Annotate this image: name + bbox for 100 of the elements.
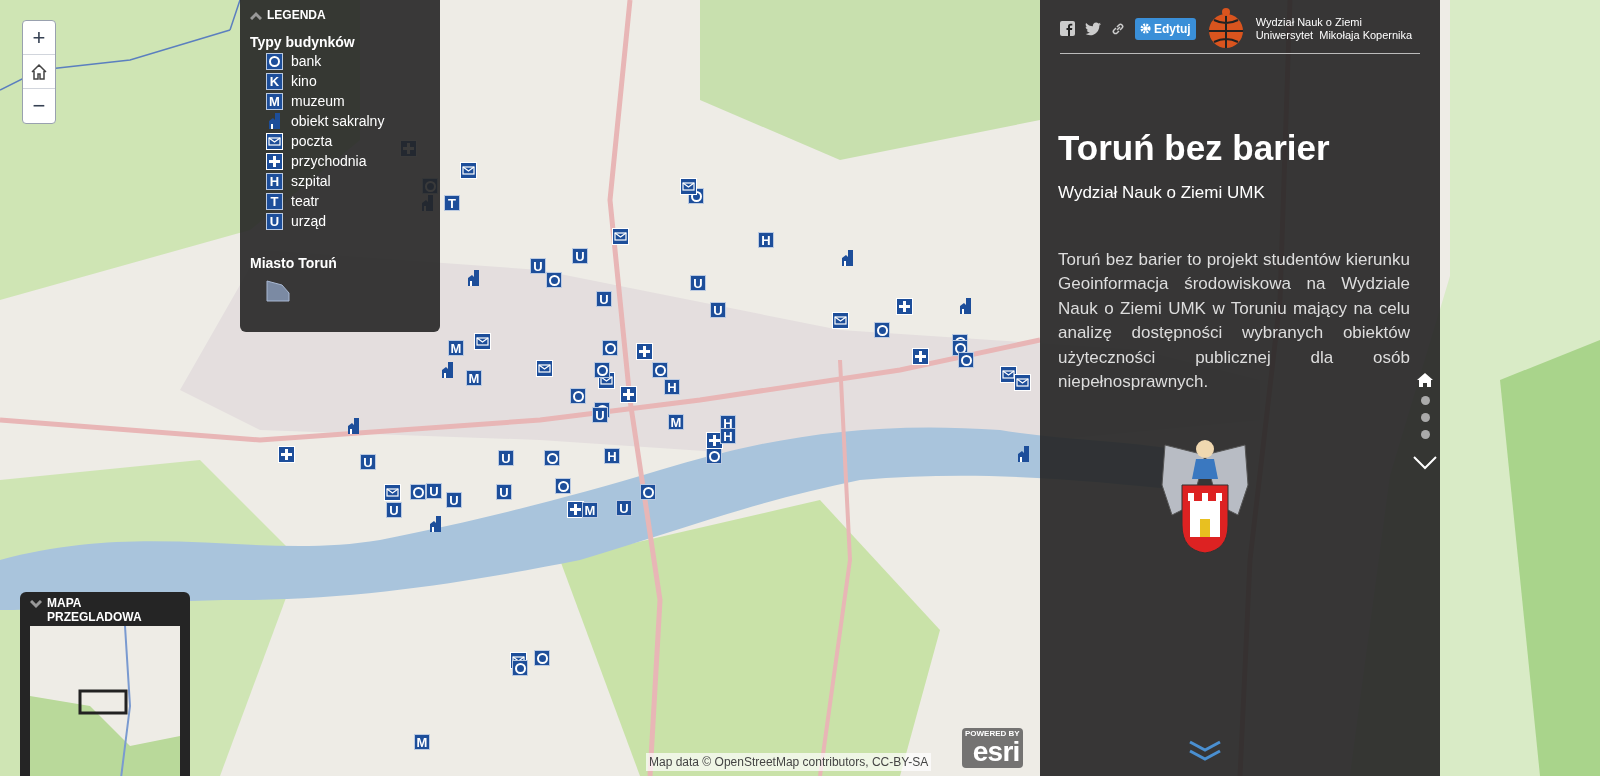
legend-label: szpital [291, 174, 331, 188]
area-swatch-icon [266, 280, 290, 302]
bank-icon [534, 650, 550, 666]
legend-heading: Typy budynków [250, 33, 356, 51]
home-icon[interactable] [1416, 372, 1434, 388]
settings-icon [1140, 23, 1151, 34]
envelope-icon [1000, 366, 1017, 383]
marker-icon: K [266, 72, 283, 90]
envelope-icon [460, 162, 477, 179]
marker-icon: H [758, 232, 774, 248]
marker-icon: U [530, 258, 546, 274]
bank-icon [874, 322, 890, 338]
legend-heading: Miasto Toruń [250, 254, 338, 273]
marker-icon: U [616, 500, 632, 516]
legend-label: teatr [291, 194, 319, 208]
plus-icon [896, 298, 913, 315]
bank-icon [546, 272, 562, 288]
plus-icon [636, 343, 653, 360]
zoom-out-button[interactable]: − [23, 89, 55, 123]
marker-icon: U [710, 302, 726, 318]
marker-icon: M [414, 734, 430, 750]
link-icon[interactable] [1111, 21, 1125, 36]
plus-icon [620, 386, 637, 403]
marker-icon: U [266, 212, 283, 230]
organization-name: Wydział Nauk o Ziemi [1255, 15, 1363, 29]
marker-icon: U [690, 275, 706, 291]
home-icon [30, 62, 48, 81]
bank-icon [570, 388, 586, 404]
bank-icon [410, 484, 426, 500]
church-icon [840, 250, 856, 266]
church-icon [440, 362, 456, 378]
marker-icon: M [466, 370, 482, 386]
marker-icon: H [720, 428, 736, 444]
attribution-text: Map data © OpenStreetMap contributors, CC-BY-SA [646, 753, 932, 771]
bank-icon [652, 362, 668, 378]
chevron-down-icon[interactable] [30, 600, 42, 609]
bank-icon [594, 362, 610, 378]
bank-icon [544, 450, 560, 466]
zoom-in-button[interactable]: + [23, 21, 55, 55]
legend-label: urząd [291, 214, 327, 228]
chevron-up-icon[interactable] [250, 10, 262, 20]
marker-icon: H [664, 379, 680, 395]
church-icon [1016, 446, 1032, 462]
bank-icon [512, 660, 528, 676]
marker-icon: H [604, 448, 620, 464]
envelope-icon [536, 360, 553, 377]
legend-label: kino [291, 74, 317, 88]
envelope-icon [474, 333, 491, 350]
marker-icon: M [582, 502, 598, 518]
story-subtitle: Wydział Nauk o Ziemi UMK [1058, 182, 1266, 204]
marker-icon: U [496, 484, 512, 500]
legend-label: poczta [291, 134, 333, 148]
envelope-icon [680, 178, 697, 195]
marker-icon: H [266, 172, 283, 190]
plus-icon [912, 348, 929, 365]
marker-icon: U [360, 454, 376, 470]
marker-icon: U [386, 502, 402, 518]
envelope-icon [266, 132, 283, 150]
plus-icon [278, 446, 295, 463]
overview-title: MAPA PRZEGLADOWA [47, 596, 143, 624]
bank-icon [640, 484, 656, 500]
bank-icon [602, 340, 618, 356]
marker-icon: T [444, 195, 460, 211]
double-chevron-down-icon[interactable] [1188, 740, 1222, 762]
envelope-icon [612, 228, 629, 245]
plus-icon [706, 432, 723, 449]
legend-title: LEGENDA [267, 7, 326, 24]
marker-icon: M [668, 414, 684, 430]
marker-icon: T [266, 192, 283, 210]
powered-by-text: POWERED BY [965, 730, 1020, 738]
bank-icon [266, 52, 283, 70]
church-icon [346, 418, 362, 434]
church-icon [466, 270, 482, 286]
esri-logo: esri [972, 738, 1020, 766]
envelope-icon [384, 484, 401, 501]
plus-icon [567, 501, 584, 518]
marker-icon: U [596, 291, 612, 307]
legend-label: muzeum [291, 94, 345, 108]
facebook-icon[interactable] [1060, 21, 1075, 36]
legend-label: przychodnia [291, 154, 367, 168]
marker-icon: M [266, 92, 283, 110]
marker-icon: U [446, 492, 462, 508]
marker-icon: U [572, 248, 588, 264]
legend-label: obiekt sakralny [291, 114, 385, 128]
marker-icon: M [448, 340, 464, 356]
church-icon [428, 516, 444, 532]
legend-label: bank [291, 54, 322, 68]
organization-name: Uniwersytet Mikołaja Kopernika [1255, 28, 1413, 42]
story-title: Toruń bez barier [1058, 128, 1331, 168]
marker-icon: U [426, 483, 442, 499]
bank-icon [958, 352, 974, 368]
church-icon [266, 113, 283, 129]
marker-icon: U [498, 450, 514, 466]
bank-icon [555, 478, 571, 494]
plus-icon [266, 152, 283, 170]
marker-icon: U [592, 407, 608, 423]
story-description: Toruń bez barier to projekt studentów kierunku Geoinformacja środowiskowa na Wydziale Nauk o Ziemi UMK w Toruniu mający na celu analizę dostępności wybranych obiektów użyteczności publicznej dla osób niepełnosprawnych. [1058, 248, 1410, 393]
church-icon [958, 298, 974, 314]
envelope-icon [832, 312, 849, 329]
twitter-icon[interactable] [1085, 21, 1101, 36]
